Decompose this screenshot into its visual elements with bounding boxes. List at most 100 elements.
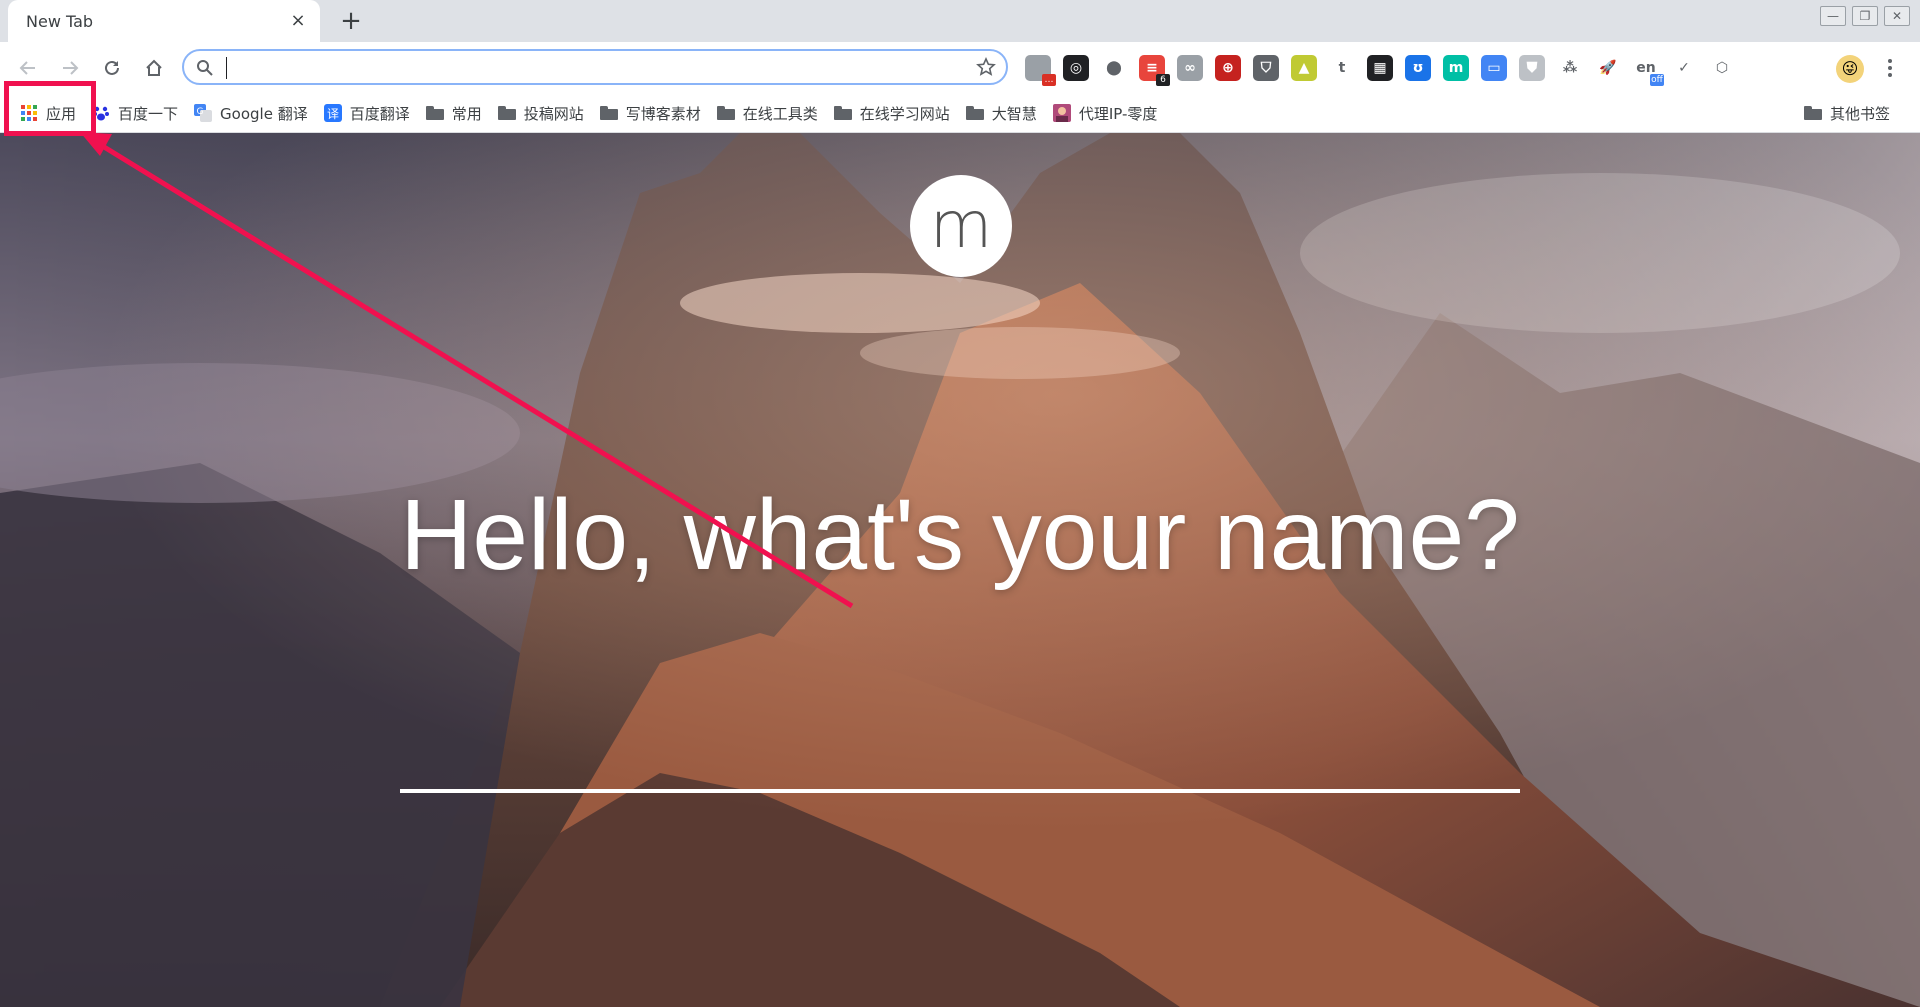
m-circle-extension-icon[interactable]: m (1443, 55, 1469, 81)
restore-button[interactable]: ❐ (1852, 6, 1878, 26)
tab-new-tab[interactable]: New Tab × (8, 0, 320, 42)
bookmark-folder-online-tools[interactable]: 在线工具类 (713, 98, 830, 128)
bookmark-label: 百度翻译 (349, 104, 410, 123)
glasses-extension-icon[interactable]: ∞ (1177, 55, 1203, 81)
extension-glyph: ✓ (1678, 60, 1690, 76)
landscape-extension-icon[interactable]: ▲ (1291, 55, 1317, 81)
extension-glyph: ⊕ (1222, 60, 1234, 76)
extension-glyph: ▭ (1487, 60, 1501, 76)
tab-close-icon[interactable]: × (288, 11, 308, 31)
folder-icon (425, 104, 444, 122)
forward-button[interactable] (56, 54, 84, 82)
profile-avatar[interactable]: 😜 (1836, 55, 1864, 83)
extension-glyph: ⁂ (1562, 60, 1578, 76)
bookmark-folder-blog-material[interactable]: 写博客素材 (596, 98, 713, 128)
minimize-button[interactable]: — (1820, 6, 1846, 26)
checkmark-extension-icon[interactable]: ✓ (1671, 55, 1697, 81)
tab-title: New Tab (26, 11, 94, 31)
bookmark-baidu-translate[interactable]: 译百度翻译 (320, 98, 422, 128)
extension-badge: … (1042, 74, 1056, 86)
extension-glyph: ʊ (1412, 60, 1424, 76)
bookmark-label: 大智慧 (991, 104, 1037, 123)
omnibox[interactable] (182, 49, 1008, 85)
folder-icon (716, 104, 735, 122)
extension-glyph: ⬡ (1715, 60, 1729, 76)
bookmark-folder-common[interactable]: 常用 (422, 98, 494, 128)
ring-extension-icon[interactable]: ⬤ (1101, 55, 1127, 81)
search-icon (197, 60, 213, 76)
extension-glyph: ▦ (1373, 60, 1387, 76)
extension-glyph: ⬤ (1106, 60, 1122, 76)
bookmark-label: 其他书签 (1829, 104, 1890, 123)
bookmark-label: 在线工具类 (742, 104, 818, 123)
extension-glyph: ▲ (1298, 60, 1310, 76)
extension-badge: 6 (1156, 74, 1170, 86)
back-button[interactable] (14, 54, 42, 82)
svg-text:G: G (197, 107, 204, 117)
svg-text:译: 译 (327, 107, 339, 121)
bookmark-label: Google 翻译 (220, 104, 308, 123)
reload-icon (105, 60, 119, 75)
bookmarks-bar: 应用 百度一下 G Google 翻译译百度翻译 常用 投稿网站 写博客素材 在线工具类 在线学… (0, 94, 1920, 133)
bookmark-google-translate[interactable]: G Google 翻译 (190, 98, 320, 128)
bookmark-folder-submission[interactable]: 投稿网站 (494, 98, 596, 128)
translate-off-extension-icon[interactable]: en off (1633, 55, 1664, 86)
menu-dot (1888, 73, 1892, 77)
proxy-avatar-icon (1052, 104, 1071, 122)
folder-icon (497, 104, 516, 122)
window-controls: — ❐ ✕ (1820, 6, 1910, 26)
extension-glyph: m (1448, 60, 1464, 76)
bookmark-label: 写博客素材 (625, 104, 701, 123)
bookmark-folder-online-learning[interactable]: 在线学习网站 (830, 98, 962, 128)
bookmark-label: 百度一下 (118, 104, 179, 123)
text-cursor (226, 57, 227, 79)
bookmark-other-folder[interactable]: 其他书签 (1800, 94, 1902, 132)
shield-ublock-extension-icon[interactable]: ⛉ (1253, 55, 1279, 81)
annotation-highlight-box (4, 81, 96, 136)
bookmark-baidu[interactable]: 百度一下 (88, 98, 190, 128)
momentum-dashboard: m Hello, what's your name? (0, 133, 1920, 1007)
reload-button[interactable] (98, 54, 126, 82)
extension-glyph: 🚀 (1599, 60, 1617, 76)
folder-icon (965, 104, 984, 122)
name-input[interactable] (400, 733, 1520, 793)
tumblr-extension-icon[interactable]: t (1329, 55, 1355, 81)
bookmark-label: 常用 (451, 104, 482, 123)
qr-code-extension-icon[interactable]: ▦ (1367, 55, 1393, 81)
browser-menu-button[interactable] (1880, 54, 1900, 82)
bookmark-folder-dazhihui[interactable]: 大智慧 (962, 98, 1049, 128)
bookmark-star-icon[interactable] (976, 57, 996, 77)
momentum-logo: m (910, 175, 1012, 277)
menu-dot (1888, 59, 1892, 63)
lifesaver-extension-icon[interactable]: ⊕ (1215, 55, 1241, 81)
stack-extension-icon[interactable]: ≡ 6 (1139, 55, 1170, 86)
bear-extension-icon[interactable]: ʊ (1405, 55, 1431, 81)
greeting-question: Hello, what's your name? (400, 479, 1520, 591)
shield-extension-icon[interactable]: ⛊ (1519, 55, 1545, 81)
menu-dot (1888, 66, 1892, 70)
baidu-translate-icon: 译 (323, 104, 342, 122)
bookmark-label: 在线学习网站 (859, 104, 950, 123)
arrow-left-icon (19, 61, 35, 75)
bookmark-label: 代理IP-零度 (1078, 104, 1158, 123)
folder-icon (599, 104, 618, 122)
bookmarks-list: 应用 百度一下 G Google 翻译译百度翻译 常用 投稿网站 写博客素材 在线工具类 在线学… (16, 94, 1169, 132)
bookmark-proxy-ip[interactable]: 代理IP-零度 (1049, 98, 1170, 128)
close-window-button[interactable]: ✕ (1884, 6, 1910, 26)
extension-glyph: ⛊ (1526, 60, 1538, 76)
tree-extension-icon[interactable]: ⁂ (1557, 55, 1583, 81)
extension-puzzle-icon[interactable]: … (1025, 55, 1056, 86)
hexagon-extension-icon[interactable]: ⬡ (1709, 55, 1735, 81)
window-extension-icon[interactable]: ▭ (1481, 55, 1507, 81)
camera-extension-icon[interactable]: ◎ (1063, 55, 1089, 81)
folder-icon (1803, 104, 1822, 122)
extension-badge: off (1650, 74, 1664, 86)
home-button[interactable] (140, 54, 168, 82)
address-input[interactable] (230, 55, 934, 83)
extension-glyph: ∞ (1184, 60, 1196, 76)
home-icon (146, 59, 162, 76)
new-tab-button[interactable]: + (338, 8, 364, 35)
extension-glyph: ⛉ (1260, 60, 1272, 76)
rocket-extension-icon[interactable]: 🚀 (1595, 55, 1621, 81)
arrow-right-icon (63, 61, 79, 75)
